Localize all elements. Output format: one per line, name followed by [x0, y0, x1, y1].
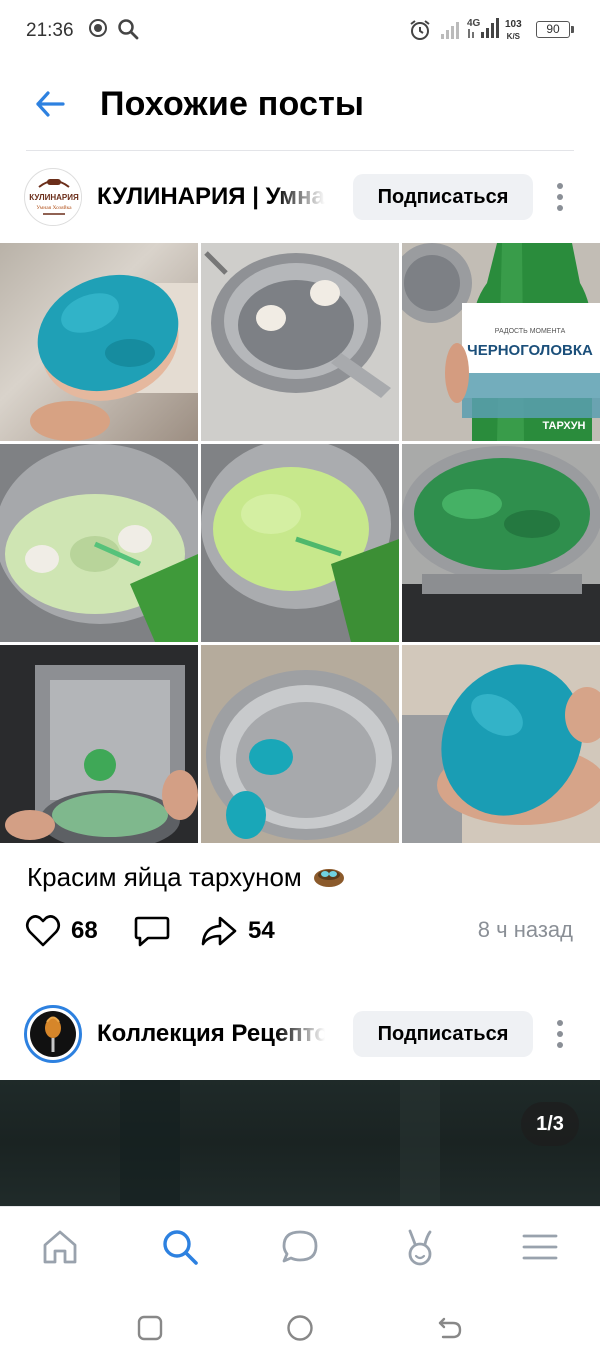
photo-boiling-green-water[interactable]: [402, 444, 600, 642]
heart-icon: [25, 915, 61, 947]
svg-text:ЧЕРНОГОЛОВКА: ЧЕРНОГОЛОВКА: [467, 342, 593, 359]
more-dot-icon: [557, 1031, 563, 1037]
header-divider: [26, 150, 574, 151]
more-dot-icon: [557, 183, 563, 189]
menu-icon: [522, 1234, 558, 1260]
more-options-button[interactable]: [546, 1014, 574, 1054]
speed-unit: K/S: [506, 32, 521, 41]
like-button[interactable]: 68: [25, 913, 98, 949]
comment-button[interactable]: [134, 913, 170, 949]
caption-text: Красим яйца тархуном: [27, 862, 302, 892]
alarm-icon: [408, 18, 432, 47]
svg-text:4G: 4G: [467, 18, 481, 29]
arrow-left-icon: [36, 91, 65, 117]
recent-apps-icon: [137, 1315, 163, 1341]
more-dot-icon: [557, 1020, 563, 1026]
photo-blue-egg-closeup[interactable]: [402, 645, 600, 843]
nav-clips[interactable]: [396, 1223, 444, 1271]
more-options-button[interactable]: [546, 177, 574, 217]
recent-apps-button[interactable]: [130, 1308, 170, 1348]
photo-pouring-soda-foam[interactable]: [201, 444, 399, 642]
more-dot-icon: [557, 194, 563, 200]
svg-text:ТАРХУН: ТАРХУН: [542, 420, 585, 432]
header: Похожие посты: [0, 60, 600, 150]
post-header: Коллекция Рецептов Подписаться: [0, 1002, 600, 1066]
back-system-button[interactable]: [430, 1308, 470, 1348]
back-button[interactable]: [28, 82, 72, 126]
subscribe-button[interactable]: Подписаться: [353, 1011, 533, 1057]
nest-emoji-icon: [314, 869, 345, 887]
nav-home[interactable]: [36, 1223, 84, 1271]
like-count: 68: [71, 917, 98, 944]
comment-icon: [134, 916, 170, 947]
home-circle-icon: [287, 1315, 313, 1341]
avatar[interactable]: [24, 1005, 82, 1063]
post-author[interactable]: Коллекция Рецептов: [97, 1020, 325, 1048]
nav-messages[interactable]: [276, 1223, 324, 1271]
photo-tarragon-soda-bottle[interactable]: РАДОСТЬ МОМЕНТА ЧЕРНОГОЛОВКА ТАРХУН: [402, 243, 600, 441]
page-title: Похожие посты: [100, 85, 365, 123]
photo-draining-pot-in-sink[interactable]: [0, 645, 198, 843]
share-count: 54: [248, 917, 275, 944]
photo-counter-badge: 1/3: [521, 1102, 579, 1146]
svg-text:РАДОСТЬ МОМЕНТА: РАДОСТЬ МОМЕНТА: [495, 328, 566, 335]
post-actions: 68 54 8 ч назад: [0, 905, 600, 957]
system-nav: [0, 1286, 600, 1366]
nav-menu[interactable]: [516, 1223, 564, 1271]
battery-level: 90: [546, 22, 560, 36]
app-indicator-icon: [88, 18, 108, 43]
photo-eggs-in-pot[interactable]: [201, 243, 399, 441]
nav-search[interactable]: [156, 1223, 204, 1271]
svg-text:КУЛИНАРИЯ: КУЛИНАРИЯ: [29, 193, 79, 202]
status-time: 21:36: [26, 20, 74, 41]
status-bar: 21:36 4G 103 K/S 90: [0, 0, 600, 60]
home-system-button[interactable]: [280, 1308, 320, 1348]
share-button[interactable]: 54: [200, 913, 275, 949]
bottom-nav: [0, 1206, 600, 1286]
share-icon: [201, 916, 237, 946]
signal-4g-icon: 4G: [466, 16, 500, 45]
photo-pouring-soda-into-pot[interactable]: [0, 444, 198, 642]
network-speed: 103 K/S: [505, 20, 522, 42]
post-author[interactable]: КУЛИНАРИЯ | Умная Хозяйка: [97, 183, 325, 211]
clips-icon: [408, 1229, 432, 1266]
back-icon: [438, 1317, 462, 1339]
subscribe-button[interactable]: Подписаться: [353, 174, 533, 220]
post-caption: Красим яйца тархуном: [27, 862, 345, 893]
more-dot-icon: [557, 1042, 563, 1048]
svg-text:Умная Хозяйка: Умная Хозяйка: [36, 204, 72, 211]
speed-value: 103: [505, 19, 522, 30]
home-icon: [43, 1230, 77, 1264]
post-header: КУЛИНАРИЯ Умная Хозяйка КУЛИНАРИЯ | Умна…: [0, 165, 600, 229]
search-icon: [163, 1230, 198, 1265]
more-dot-icon: [557, 205, 563, 211]
battery-icon: 90: [536, 21, 574, 38]
messages-icon: [282, 1230, 318, 1263]
photo-blue-eggs-in-pot[interactable]: [201, 645, 399, 843]
photo-blue-egg-in-hand[interactable]: [0, 243, 198, 441]
post-image[interactable]: [0, 1080, 600, 1206]
photo-grid: РАДОСТЬ МОМЕНТА ЧЕРНОГОЛОВКА ТАРХУН: [0, 243, 600, 844]
post-time: 8 ч назад: [477, 917, 573, 942]
search-icon: [117, 18, 139, 45]
signal-icon: [440, 20, 460, 45]
avatar[interactable]: КУЛИНАРИЯ Умная Хозяйка: [24, 168, 82, 226]
